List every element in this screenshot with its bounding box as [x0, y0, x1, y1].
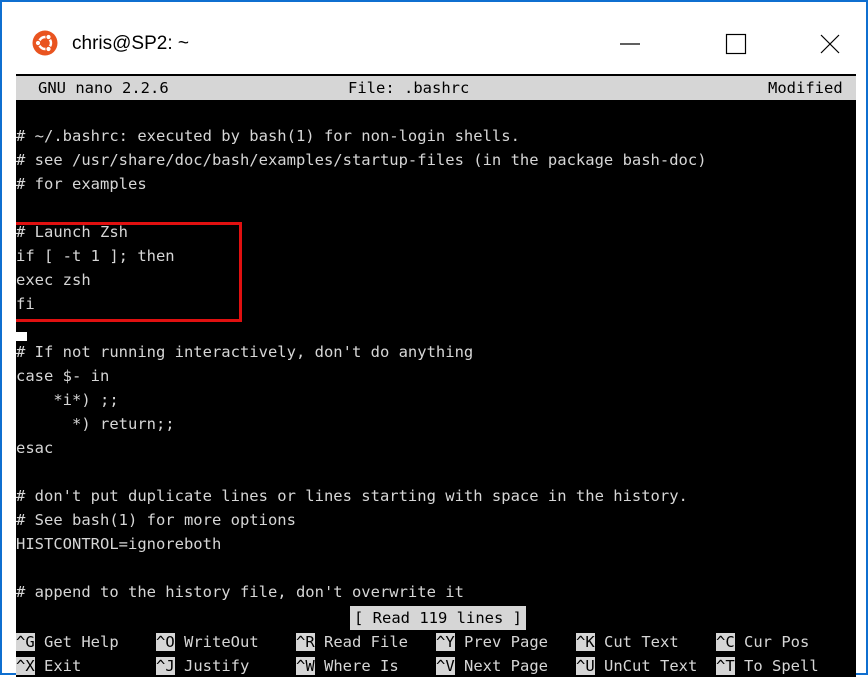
shortcut-justify[interactable]: ^J Justify [156, 654, 249, 677]
code-line-3[interactable]: # for examples [16, 172, 147, 196]
shortcut-where-is[interactable]: ^W Where Is [296, 654, 399, 677]
nano-filename: File: .bashrc [348, 79, 470, 97]
minimize-icon [620, 43, 640, 45]
shortcut-next-page[interactable]: ^V Next Page [436, 654, 548, 677]
code-line-11[interactable]: case $- in [16, 364, 109, 388]
window-title: chris@SP2: ~ [72, 33, 189, 54]
status-message: [ Read 119 lines ] [350, 606, 526, 630]
code-line-18[interactable]: HISTCONTROL=ignoreboth [16, 532, 221, 556]
minimize-button[interactable] [602, 20, 658, 68]
terminal-area[interactable]: GNU nano 2.2.6 File: .bashrc Modified # … [16, 74, 856, 677]
code-line-17[interactable]: # See bash(1) for more options [16, 508, 296, 532]
shortcut-exit[interactable]: ^X Exit [16, 654, 81, 677]
code-line-13[interactable]: *) return;; [16, 412, 175, 436]
shortcut-row-1: ^G Get Help ^O WriteOut ^R Read File ^Y … [16, 630, 856, 654]
shortcut-cur-pos[interactable]: ^C Cur Pos [716, 630, 809, 654]
maximize-button[interactable] [708, 20, 764, 68]
highlight-annotation-box [16, 222, 242, 322]
code-line-20[interactable]: # append to the history file, don't over… [16, 580, 464, 604]
shortcut-row-2: ^X Exit ^J Justify ^W Where Is ^V Next P… [16, 654, 856, 677]
shortcut-read-file[interactable]: ^R Read File [296, 630, 408, 654]
close-icon [820, 34, 840, 54]
maximize-icon [725, 33, 747, 55]
close-button[interactable] [802, 20, 858, 68]
nano-header-bar: GNU nano 2.2.6 File: .bashrc Modified [16, 76, 856, 100]
terminal-window: chris@SP2: ~ GNU nano 2.2.6 File: .bashr… [0, 0, 868, 677]
code-line-10[interactable]: # If not running interactively, don't do… [16, 340, 473, 364]
code-line-12[interactable]: *i*) ;; [16, 388, 118, 412]
shortcut-to-spell[interactable]: ^T To Spell [716, 654, 819, 677]
shortcut-writeout[interactable]: ^O WriteOut [156, 630, 259, 654]
title-bar[interactable]: chris@SP2: ~ [2, 2, 866, 74]
nano-modified-status: Modified [768, 79, 843, 97]
code-line-16[interactable]: # don't put duplicate lines or lines sta… [16, 484, 688, 508]
shortcut-get-help[interactable]: ^G Get Help [16, 630, 119, 654]
shortcut-prev-page[interactable]: ^Y Prev Page [436, 630, 548, 654]
nano-version: GNU nano 2.2.6 [38, 79, 169, 97]
code-line-1[interactable]: # ~/.bashrc: executed by bash(1) for non… [16, 124, 520, 148]
shortcut-uncut-text[interactable]: ^U UnCut Text [576, 654, 697, 677]
code-line-14[interactable]: esac [16, 436, 53, 460]
code-line-2[interactable]: # see /usr/share/doc/bash/examples/start… [16, 148, 707, 172]
ubuntu-logo-icon [32, 30, 58, 56]
text-cursor [16, 332, 27, 341]
shortcut-cut-text[interactable]: ^K Cut Text [576, 630, 679, 654]
